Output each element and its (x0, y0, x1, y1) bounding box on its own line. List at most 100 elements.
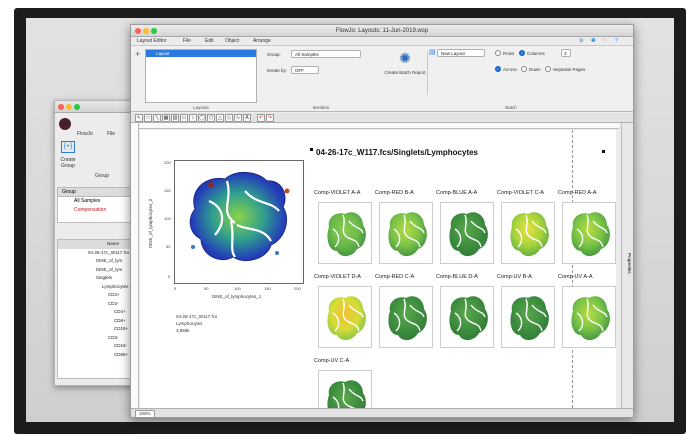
new-layout-icon: ▤ (429, 49, 436, 56)
panel-heatmap (327, 296, 366, 341)
panel-title: Comp-VIOLET D-A (314, 274, 361, 280)
redo-icon[interactable]: ↷ (266, 114, 274, 122)
panel-heatmap (388, 296, 427, 341)
columns-radio[interactable] (519, 50, 525, 56)
status-bar: 100% (131, 408, 633, 418)
iterate-by-select[interactable]: OFF (291, 66, 319, 74)
selection-handle[interactable] (602, 150, 605, 153)
app-logo-icon (59, 118, 71, 130)
rectangle-tool-icon[interactable]: □ (144, 114, 152, 122)
y-tick: 150 (164, 188, 171, 193)
pointer-tool-icon[interactable]: ↖ (135, 114, 143, 122)
help-icon[interactable]: ? (615, 38, 618, 44)
window-titlebar: FlowJo: Layouts: 11-Jun-2019.wsp (131, 25, 633, 37)
grid-tool-icon[interactable]: ▥ (171, 114, 179, 122)
group-label: Group: (267, 52, 281, 57)
line-tool-icon[interactable]: ╲ (153, 114, 161, 122)
freehand-tool-icon[interactable]: ∿ (234, 114, 242, 122)
layout-list-item[interactable]: Layout (146, 50, 256, 57)
create-group-button[interactable]: Create Group (57, 157, 79, 169)
diamond-tool-icon[interactable]: ◇ (225, 114, 233, 122)
workspace-tab-flowjo[interactable]: FlowJo (77, 131, 93, 137)
minimize-window-icon[interactable] (143, 28, 149, 34)
parameter-panel[interactable] (440, 286, 494, 348)
overview-y-axis-label: tSNE_of_lymphocytes_2 (148, 198, 153, 248)
parameter-panel[interactable] (501, 286, 555, 348)
separate-pages-checkbox[interactable] (545, 66, 551, 72)
panel-heatmap (327, 380, 366, 408)
panel-title: Comp-BLUE A-A (436, 190, 478, 196)
batch-gear-icon[interactable]: ✺ (398, 51, 412, 65)
overview-x-axis-label: tSNE_of_lymphocytes_1 (212, 294, 262, 299)
down-radio[interactable] (521, 66, 527, 72)
triangle-tool-icon[interactable]: △ (216, 114, 224, 122)
selection-handle[interactable] (310, 148, 313, 151)
close-window-icon[interactable] (58, 104, 64, 110)
y-tick: 200 (164, 160, 171, 165)
zoom-select[interactable]: 100% (135, 410, 155, 418)
panel-heatmap (327, 212, 366, 257)
undo-icon[interactable]: ↶ (257, 114, 265, 122)
tsne-overview-plot[interactable] (174, 160, 304, 284)
add-layout-icon[interactable]: + (135, 50, 143, 59)
tsne-scatter-svg (189, 172, 290, 261)
new-layout-select[interactable]: New Layout (437, 49, 485, 57)
panel-title: Comp-UV A-A (558, 274, 593, 280)
x-tick: 50 (204, 286, 209, 291)
columns-count-input[interactable]: 3 (561, 49, 571, 57)
box-tool-icon[interactable]: ▭ (180, 114, 188, 122)
settings-icon[interactable]: ⚙ (579, 38, 583, 44)
favorite-icon[interactable]: ♡ (603, 38, 607, 44)
parameter-panel[interactable] (318, 286, 372, 348)
group-select[interactable]: All Samples (291, 50, 361, 58)
menu-object[interactable]: Object (225, 38, 239, 44)
circle-tool-icon[interactable]: ◯ (198, 114, 206, 122)
iterate-by-label: Iterate by: (267, 68, 288, 73)
create-batch-report-button[interactable]: Create Batch Report (383, 70, 427, 76)
overview-caption-gate: Lymphocytes (176, 321, 203, 326)
panel-title: Comp-VIOLET A-A (314, 190, 361, 196)
panel-heatmap (388, 212, 427, 257)
vertical-ruler (131, 123, 139, 409)
tsne-outlier (284, 188, 290, 194)
separate-pages-label: Separate Pages (553, 67, 586, 72)
parameter-panel[interactable] (562, 286, 616, 348)
workspace-tab-file[interactable]: File (107, 131, 115, 137)
menu-edit[interactable]: Edit (205, 38, 214, 44)
tsne-outlier (208, 182, 214, 188)
parameter-panel[interactable] (501, 202, 555, 264)
polygon-tool-icon[interactable]: ⬠ (207, 114, 215, 122)
rows-label: Rows (503, 51, 515, 56)
parameter-panel[interactable] (318, 370, 372, 408)
properties-strip[interactable]: Properties (621, 123, 633, 409)
panel-heatmap (571, 212, 610, 257)
iteration-section-label: Iteration (312, 105, 330, 110)
panel-heatmap (510, 212, 549, 257)
create-group-icon[interactable]: {+} (61, 141, 75, 153)
parameter-panel[interactable] (379, 286, 433, 348)
text-tool-icon[interactable]: A (243, 114, 251, 122)
zoom-window-icon[interactable] (74, 104, 80, 110)
parameter-panel[interactable] (440, 202, 494, 264)
window-title: FlowJo: Layouts: 11-Jun-2019.wsp (335, 28, 429, 34)
minimize-window-icon[interactable] (66, 104, 72, 110)
parameter-panel[interactable] (318, 202, 372, 264)
across-radio[interactable] (495, 66, 501, 72)
tsne-outlier (191, 245, 195, 249)
info-icon[interactable]: ❶ (591, 38, 595, 44)
menu-file[interactable]: File (183, 38, 191, 44)
layouts-section-label: Layouts (193, 105, 209, 110)
tsne-outlier (275, 251, 279, 255)
menu-arrange[interactable]: Arrange (253, 38, 271, 44)
menu-layout-editor[interactable]: Layout Editor (137, 38, 166, 44)
table-tool-icon[interactable]: ▦ (162, 114, 170, 122)
zoom-window-icon[interactable] (151, 28, 157, 34)
layout-canvas[interactable]: 04-26-17c_W117.fcs/Singlets/Lymphocytes (140, 130, 616, 408)
parameter-panel[interactable] (562, 202, 616, 264)
rows-radio[interactable] (495, 50, 501, 56)
panel-heatmap (449, 212, 488, 257)
x-tick: 0 (174, 286, 177, 291)
parameter-panel[interactable] (379, 202, 433, 264)
oval-tool-icon[interactable]: ○ (189, 114, 197, 122)
close-window-icon[interactable] (135, 28, 141, 34)
